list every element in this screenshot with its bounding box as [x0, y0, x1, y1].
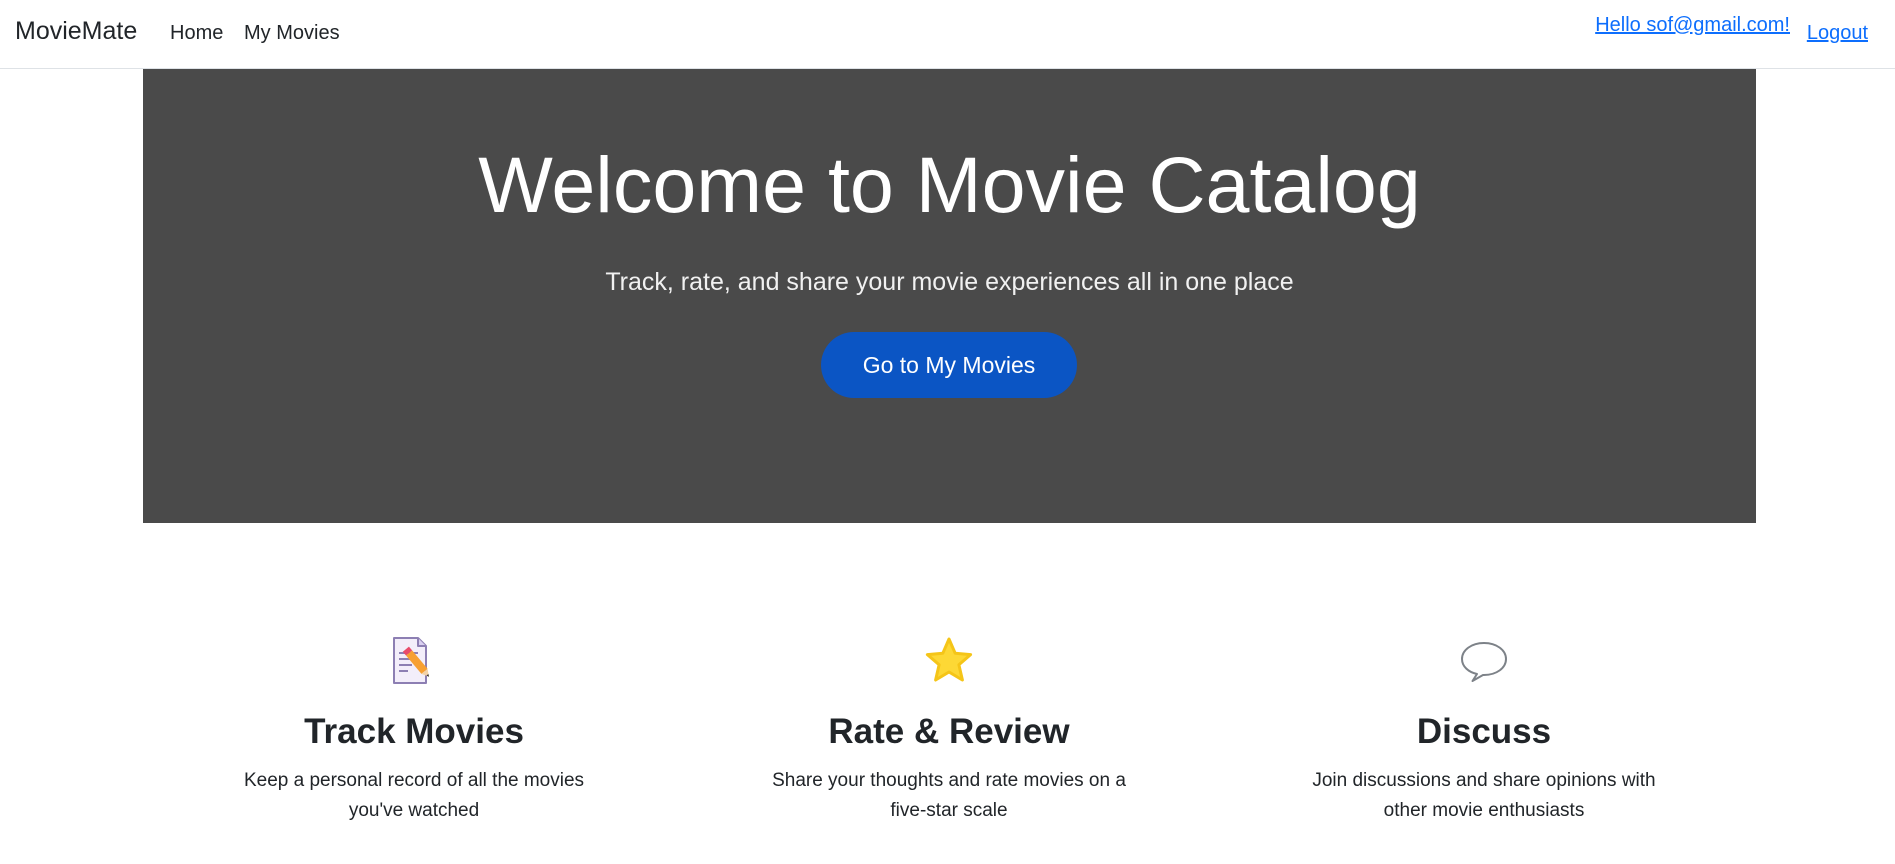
hero-banner: Welcome to Movie Catalog Track, rate, an… [143, 69, 1756, 523]
feature-description: Keep a personal record of all the movies… [243, 769, 585, 821]
feature-rate-review: Rate & Review Share your thoughts and ra… [729, 635, 1169, 826]
user-greeting-link[interactable]: Hello sof@gmail.com! [1595, 14, 1790, 37]
logout-link[interactable]: Logout [1807, 22, 1868, 45]
go-to-my-movies-button[interactable]: Go to My Movies [821, 332, 1077, 398]
feature-track-movies: Track Movies Keep a personal record of a… [194, 635, 634, 826]
nav-link-my-movies[interactable]: My Movies [244, 22, 340, 45]
feature-title: Track Movies [304, 712, 524, 751]
feature-description: Share your thoughts and rate movies on a… [772, 769, 1126, 821]
hero-subtitle: Track, rate, and share your movie experi… [605, 268, 1294, 296]
nav-link-home[interactable]: Home [170, 22, 223, 45]
feature-title: Discuss [1416, 712, 1552, 751]
brand-logo-link[interactable]: MovieMate [15, 17, 137, 46]
feature-description: Join discussions and share opinions with… [1312, 769, 1656, 821]
hero-title: Welcome to Movie Catalog [478, 140, 1421, 229]
feature-title: Rate & Review [828, 712, 1070, 751]
navbar: MovieMate Home My Movies Hello sof@gmail… [0, 0, 1895, 69]
memo-pencil-icon [388, 635, 440, 687]
star-icon [923, 635, 975, 687]
feature-discuss: Discuss Join discussions and share opini… [1264, 635, 1704, 826]
speech-bubble-icon [1458, 635, 1510, 687]
